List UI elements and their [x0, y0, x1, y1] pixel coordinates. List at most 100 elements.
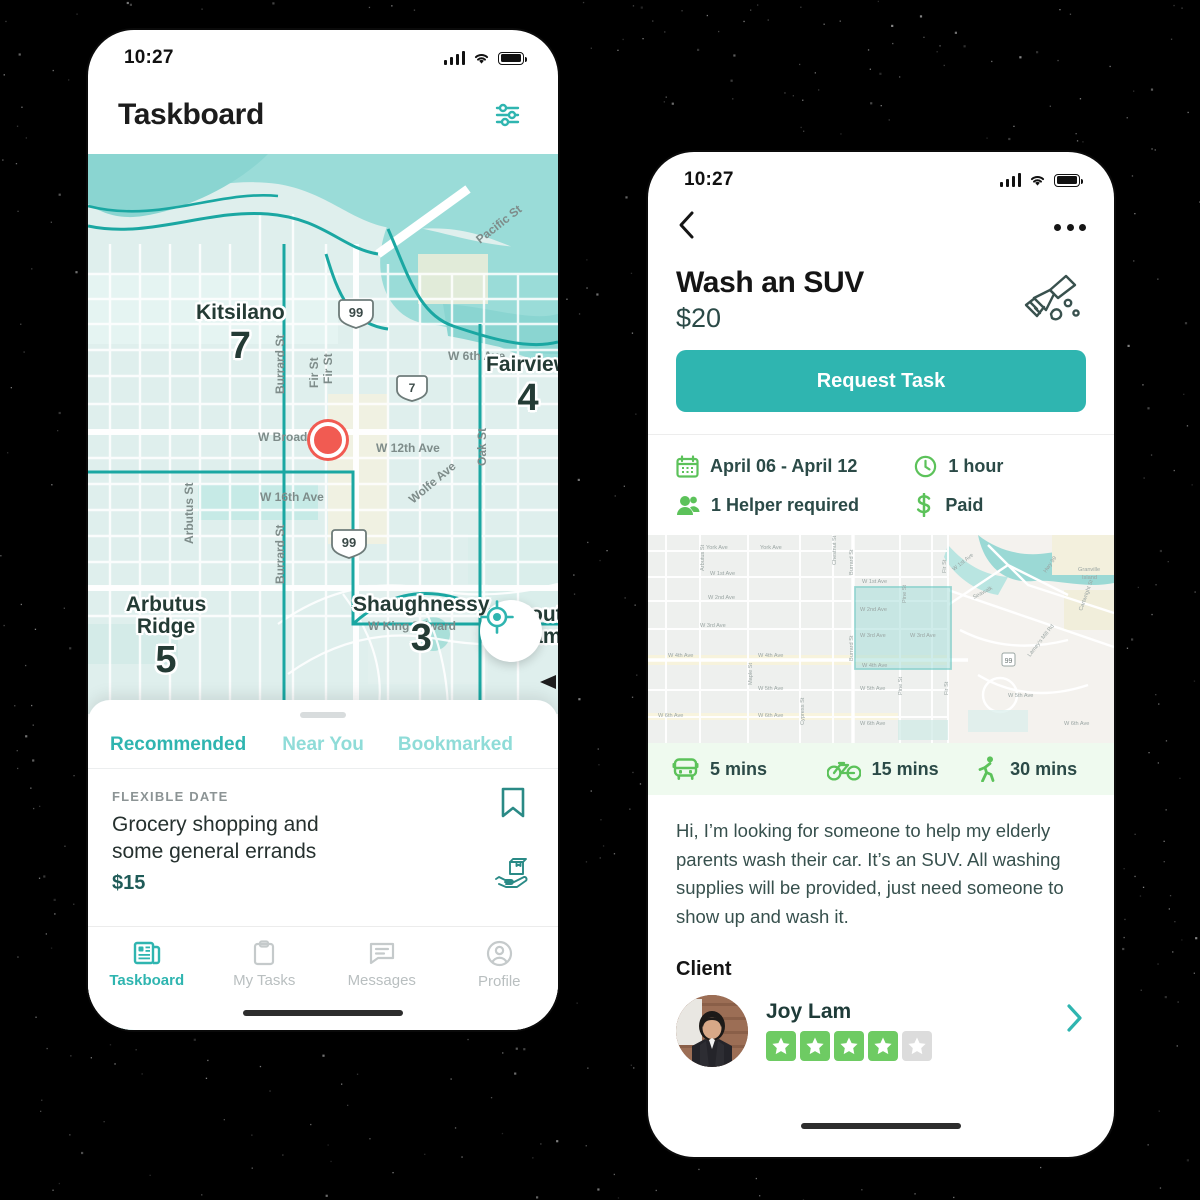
star-icon [834, 1031, 864, 1062]
svg-text:Cypress St: Cypress St [800, 697, 806, 725]
tab-recommended[interactable]: Recommended [110, 734, 246, 756]
svg-text:Fir St: Fir St [307, 357, 321, 388]
svg-text:W 5th Ave: W 5th Ave [758, 686, 783, 692]
tabbar-label: Profile [477, 973, 521, 990]
dollar-icon [917, 493, 931, 517]
status-time: 10:27 [124, 47, 174, 68]
client-heading: Client [676, 957, 732, 980]
more-horizontal-icon[interactable] [1054, 223, 1086, 231]
svg-text:Pine St: Pine St [902, 585, 908, 603]
client-avatar-photo [676, 994, 748, 1067]
task-card[interactable]: FLEXIBLE DATE Grocery shopping and some … [88, 769, 558, 895]
neighborhood-name: Shaughnessy [353, 593, 490, 616]
tabbar-item-profile[interactable]: Profile [441, 927, 559, 1030]
transit-walk: 30 mins [977, 756, 1077, 782]
star-icon [800, 1031, 830, 1062]
sliders-filter-icon[interactable] [486, 98, 528, 132]
tab-near-you[interactable]: Near You [282, 734, 364, 756]
meta-helpers: 1 Helper required [676, 493, 914, 517]
tabbar-label: Messages [347, 972, 416, 989]
left-header: Taskboard [88, 76, 558, 154]
meta-duration: 1 hour [914, 455, 1086, 478]
svg-text:Chestnut St: Chestnut St [832, 535, 838, 565]
svg-text:99: 99 [1005, 658, 1013, 665]
cellular-bars-icon [443, 50, 465, 65]
bookmark-icon[interactable] [500, 787, 526, 819]
bicycle-icon [826, 761, 861, 781]
neighborhood-name: Fairview [486, 353, 558, 376]
task-title: Grocery shopping and some general errand… [112, 813, 319, 864]
svg-text:Burrard St: Burrard St [849, 549, 855, 575]
newspaper-icon [133, 941, 160, 965]
task-tabs: Recommended Near You Bookmarked [88, 718, 558, 768]
svg-text:W 3rd Ave: W 3rd Ave [700, 623, 726, 629]
map-neighborhood-shaughnessy[interactable]: Shaughnessy 3 [353, 593, 490, 660]
neighborhood-count: 4 [517, 377, 539, 420]
neighborhood-name: Arbutus Ridge [125, 593, 207, 639]
neighborhood-count: 3 [410, 617, 432, 660]
client-row[interactable]: Joy Lam [648, 981, 1114, 1129]
neighborhood-name: Kitsilano [196, 301, 285, 324]
map-neighborhood-fairview[interactable]: Fairview 4 [486, 353, 558, 420]
task-card-icons [494, 787, 532, 889]
svg-text:W 1st Ave: W 1st Ave [862, 579, 887, 585]
transit-bus: 5 mins [672, 757, 827, 782]
tabbar-label: Taskboard [109, 972, 185, 989]
chevron-left-icon[interactable] [676, 210, 696, 245]
calendar-icon [676, 455, 699, 478]
svg-text:W 6th Ave: W 6th Ave [758, 713, 783, 719]
map-neighborhood-kitsilano[interactable]: Kitsilano 7 [196, 301, 285, 368]
request-task-button[interactable]: Request Task [676, 350, 1086, 412]
detail-nav [648, 198, 1114, 256]
transit-bike: 15 mins [826, 757, 977, 781]
svg-text:Fir St: Fir St [944, 681, 950, 695]
svg-text:Pine St: Pine St [898, 677, 904, 695]
svg-text:W 16th Ave: W 16th Ave [260, 490, 324, 504]
wifi-icon [474, 54, 489, 64]
svg-text:W 4th Ave: W 4th Ave [862, 663, 887, 669]
transit-times-bar: 5 mins 15 mins 30 mins [648, 743, 1114, 795]
task-price: $15 [112, 871, 146, 894]
svg-text:W 6th Ave: W 6th Ave [860, 721, 885, 727]
tabbar-item-taskboard[interactable]: Taskboard [88, 927, 206, 1030]
meta-label: 1 hour [948, 456, 1004, 476]
tab-bookmarked[interactable]: Bookmarked [398, 734, 513, 756]
battery-full-icon [498, 51, 527, 65]
task-location-map[interactable]: 99 York Ave York Ave W 1st Ave W 1st Ave W… [648, 535, 1114, 743]
transit-label: 15 mins [871, 758, 939, 779]
cellular-bars-icon [999, 172, 1021, 187]
hand-holding-package-icon [495, 858, 528, 888]
svg-text:W 1st Ave: W 1st Ave [710, 571, 735, 577]
svg-text:Granville: Granville [1078, 567, 1100, 573]
svg-text:W 5th Ave: W 5th Ave [860, 686, 885, 692]
transit-label: 30 mins [1010, 758, 1078, 779]
svg-text:W 2nd Ave: W 2nd Ave [860, 607, 887, 613]
map-neighborhood-arbutus-ridge[interactable]: Arbutus Ridge 5 [106, 593, 226, 682]
svg-text:Maple St: Maple St [748, 662, 754, 685]
taskboard-map[interactable]: Pacific St Burrard St Fir St W Broadway … [88, 154, 558, 714]
neighborhood-count: 5 [155, 639, 177, 682]
wifi-icon [1030, 176, 1045, 186]
svg-text:7: 7 [409, 381, 416, 395]
people-icon [677, 495, 700, 515]
chevron-right-icon[interactable] [1064, 1003, 1084, 1038]
status-bar-left: 10:27 [88, 30, 558, 76]
bottom-tab-bar: Taskboard My Tasks Messages Profile [88, 926, 558, 1030]
status-bar-right: 10:27 [648, 152, 1114, 198]
user-circle-icon [486, 940, 512, 967]
location-pin-icon [310, 422, 346, 458]
task-title: Wash an SUV [676, 266, 864, 299]
svg-text:Oak St: Oak St [475, 428, 489, 466]
status-time: 10:27 [684, 169, 734, 190]
task-meta: April 06 - April 12 1 hour 1 Helper requ… [648, 435, 1114, 535]
svg-text:W 12th Ave: W 12th Ave [376, 441, 440, 455]
meta-label: April 06 - April 12 [710, 456, 858, 476]
task-header: Wash an SUV $20 [648, 256, 1114, 334]
crosshair-locate-icon[interactable] [480, 600, 542, 662]
svg-text:Burrard St: Burrard St [849, 635, 855, 661]
svg-text:W 3rd Ave: W 3rd Ave [910, 633, 936, 639]
meta-payment: Paid [914, 493, 1086, 517]
walking-icon [978, 756, 995, 782]
svg-text:99: 99 [349, 305, 363, 320]
status-icons [443, 50, 527, 65]
